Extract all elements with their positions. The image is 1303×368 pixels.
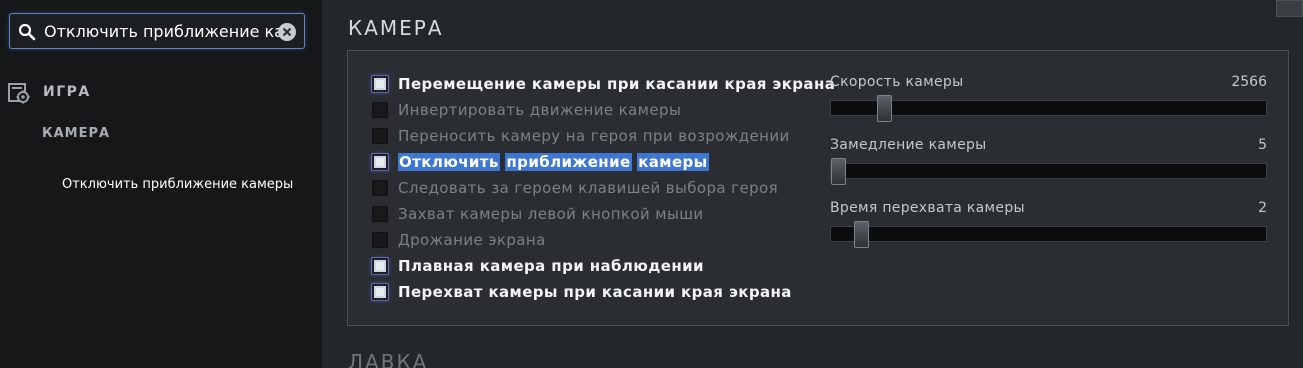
checkbox-label: Перемещение камеры при касании края экра… — [398, 75, 836, 93]
checkbox-label: Перехват камеры при касании края экрана — [398, 283, 792, 301]
sidebar: ИГРА КАМЕРА Отключить приближение камеры — [0, 0, 322, 368]
checkbox-row[interactable]: Перехват камеры при касании края экрана — [372, 282, 812, 304]
sidebar-item-camera[interactable]: КАМЕРА — [42, 126, 110, 141]
checkbox-label: Переносить камеру на героя при возрожден… — [398, 127, 790, 145]
checkbox[interactable] — [372, 128, 388, 144]
slider-label: Скорость камеры — [830, 74, 964, 90]
checkbox-label: Дрожание экрана — [398, 231, 546, 249]
checkbox[interactable] — [372, 206, 388, 222]
sidebar-item-game-label: ИГРА — [43, 84, 91, 100]
settings-screen: ИГРА КАМЕРА Отключить приближение камеры… — [0, 0, 1303, 368]
checkbox-row[interactable]: Отключить приближение камеры — [372, 152, 812, 174]
checkbox-label: Следовать за героем клавишей выбора геро… — [398, 179, 778, 197]
search-icon — [18, 23, 36, 41]
search-match-highlight: Отключить — [398, 153, 500, 171]
slider-track[interactable] — [830, 95, 1267, 122]
search-match-highlight: приближение — [505, 153, 632, 171]
checkbox-row[interactable]: Переносить камеру на героя при возрожден… — [372, 126, 812, 148]
checkbox-row[interactable]: Следовать за героем клавишей выбора геро… — [372, 178, 812, 200]
search-match-highlight: камеры — [637, 153, 709, 171]
slider-value: 2566 — [1231, 74, 1267, 90]
checkbox-label: Захват камеры левой кнопкой мыши — [398, 205, 704, 223]
checkbox-row[interactable]: Захват камеры левой кнопкой мыши — [372, 204, 812, 226]
checkbox-row[interactable]: Перемещение камеры при касании края экра… — [372, 74, 835, 96]
sidebar-item-game[interactable]: ИГРА — [8, 80, 308, 106]
slider-thumb[interactable] — [877, 95, 892, 122]
slider-thumb[interactable] — [831, 158, 846, 185]
settings-page-icon — [8, 83, 30, 104]
clear-icon[interactable] — [277, 22, 297, 42]
checkbox[interactable] — [372, 180, 388, 196]
window-corner-button[interactable] — [1276, 0, 1303, 17]
slider-track[interactable] — [830, 158, 1267, 185]
next-section-title: ЛАВКА — [348, 350, 429, 368]
slider-label: Время перехвата камеры — [830, 200, 1025, 216]
slider-label: Замедление камеры — [830, 137, 987, 153]
slider-value: 2 — [1258, 200, 1267, 216]
slider-track[interactable] — [830, 221, 1267, 248]
checkbox-label: Отключить приближение камеры — [398, 153, 709, 171]
checkbox[interactable] — [372, 102, 388, 118]
checkbox-row[interactable]: Дрожание экрана — [372, 230, 812, 252]
search-box[interactable] — [9, 13, 305, 49]
section-title: КАМЕРА — [348, 16, 444, 40]
checkbox[interactable] — [372, 258, 388, 274]
slider-value: 5 — [1258, 137, 1267, 153]
checkbox[interactable] — [372, 154, 388, 170]
search-input[interactable] — [44, 17, 282, 45]
checkbox-label: Плавная камера при наблюдении — [398, 257, 704, 275]
checkbox-row[interactable]: Плавная камера при наблюдении — [372, 256, 812, 278]
slider-thumb[interactable] — [854, 221, 869, 248]
checkbox-label: Инвертировать движение камеры — [398, 101, 682, 119]
sidebar-search-result[interactable]: Отключить приближение камеры — [62, 177, 293, 192]
checkbox[interactable] — [372, 284, 388, 300]
checkbox[interactable] — [372, 76, 388, 92]
checkbox[interactable] — [372, 232, 388, 248]
checkbox-row[interactable]: Инвертировать движение камеры — [372, 100, 812, 122]
